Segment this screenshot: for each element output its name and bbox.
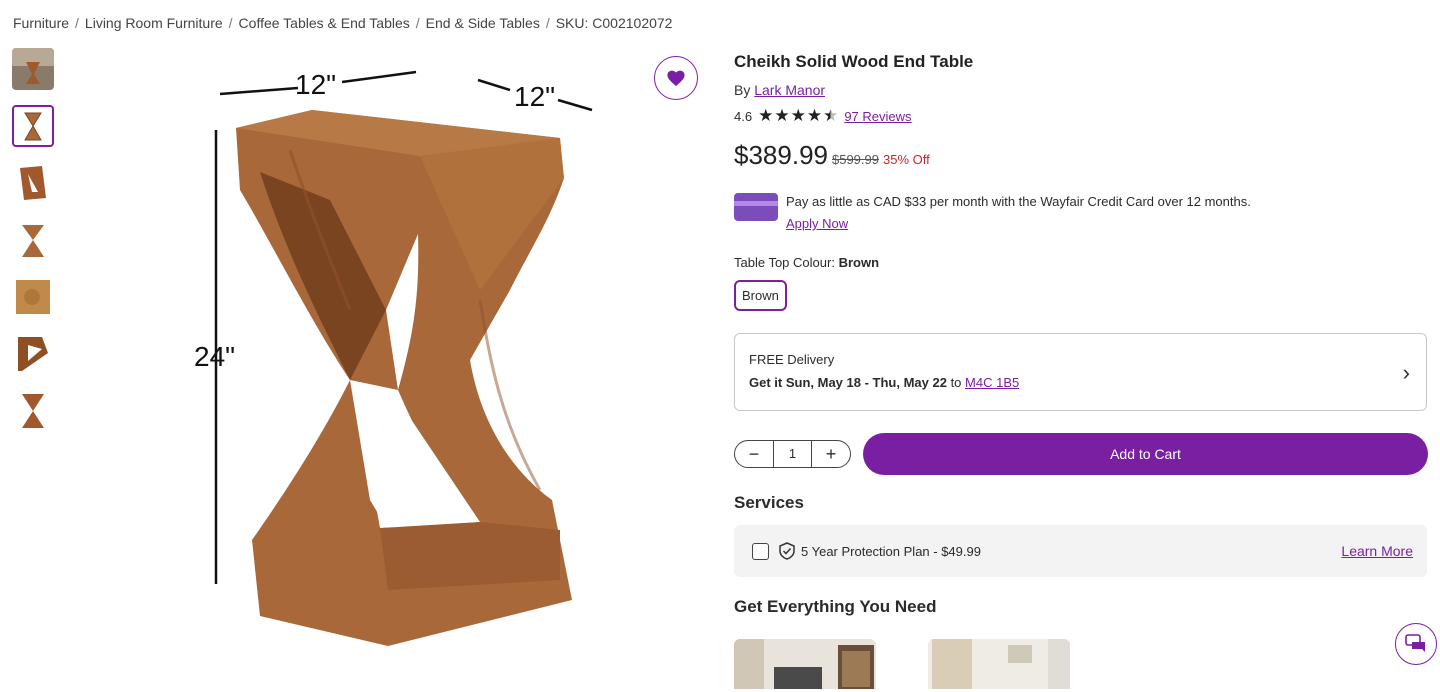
protection-plan-label: 5 Year Protection Plan - $49.99 <box>801 543 981 559</box>
credit-offer-text: Pay as little as CAD $33 per month with … <box>786 194 1251 209</box>
chevron-right-icon: › <box>1402 360 1410 385</box>
rating-value: 4.6 <box>734 108 753 124</box>
dimension-height-label: 24" <box>194 341 235 372</box>
price-row: $389.99 $599.99 35% Off <box>734 140 1428 171</box>
breadcrumb-item-living-room[interactable]: Living Room Furniture <box>85 15 223 31</box>
credit-card-icon <box>734 193 778 221</box>
star-icon: ★ <box>806 106 823 125</box>
heart-icon <box>667 70 685 87</box>
protection-plan-checkbox[interactable] <box>752 542 769 560</box>
breadcrumb-separator: / <box>545 15 550 31</box>
star-rating: ★ ★ ★ ★ ★ <box>758 106 838 126</box>
recommendation-card[interactable] <box>734 639 876 689</box>
thumbnail-5[interactable] <box>12 276 54 318</box>
breadcrumb-separator: / <box>75 15 79 31</box>
star-icon: ★ <box>790 106 806 125</box>
dimension-width-label: 12" <box>295 69 336 100</box>
breadcrumb-separator: / <box>228 15 233 31</box>
reviews-link[interactable]: 97 Reviews <box>844 109 911 124</box>
postal-code-link[interactable]: M4C 1B5 <box>965 375 1019 390</box>
delivery-to: to <box>950 375 962 390</box>
discount-badge: 35% Off <box>882 152 930 167</box>
delivery-dates: Get it Sun, May 18 - Thu, May 22 <box>749 375 947 390</box>
quantity-increase-button[interactable]: + <box>812 444 850 465</box>
recommendation-row <box>734 639 1428 689</box>
thumbnail-3[interactable] <box>12 162 54 204</box>
breadcrumb-separator: / <box>415 15 420 31</box>
star-icon: ★ <box>774 106 790 125</box>
thumbnail-2[interactable] <box>12 105 54 147</box>
breadcrumb-sku: SKU: C002102072 <box>555 15 673 31</box>
quantity-decrease-button[interactable]: − <box>735 444 773 465</box>
services-heading: Services <box>734 493 804 512</box>
colour-label-text: Table Top Colour: <box>734 255 835 270</box>
original-price: $599.99 <box>831 152 879 167</box>
rating-row: 4.6 ★ ★ ★ ★ ★ 97 Reviews <box>734 106 1428 126</box>
thumbnail-4[interactable] <box>12 219 54 261</box>
thumbnail-1[interactable] <box>12 48 54 90</box>
brand-prefix: By <box>734 82 751 98</box>
dimension-depth-label: 12" <box>514 81 555 112</box>
brand-link[interactable]: Lark Manor <box>754 82 825 98</box>
colour-selected-value: Brown <box>838 255 880 270</box>
quantity-stepper: − 1 + <box>734 440 851 468</box>
add-to-cart-button[interactable]: Add to Cart <box>863 433 1428 475</box>
breadcrumb-item-furniture[interactable]: Furniture <box>13 15 69 31</box>
product-info-panel: Cheikh Solid Wood End Table By Lark Mano… <box>734 50 1428 689</box>
product-main-image[interactable]: 12" 12" 24" <box>180 60 620 660</box>
protection-plan-option: 5 Year Protection Plan - $49.99 Learn Mo… <box>734 525 1427 577</box>
shield-check-icon <box>779 542 795 560</box>
chat-icon <box>1405 634 1425 652</box>
favorite-button[interactable] <box>654 56 698 100</box>
delivery-title: FREE Delivery <box>749 352 835 367</box>
learn-more-link[interactable]: Learn More <box>1341 543 1413 559</box>
breadcrumb-item-coffee-tables[interactable]: Coffee Tables & End Tables <box>239 15 410 31</box>
thumbnail-6[interactable] <box>12 333 54 375</box>
colour-option-label: Table Top Colour: Brown <box>734 255 1428 270</box>
half-star-icon: ★ <box>823 106 839 125</box>
delivery-box[interactable]: FREE Delivery Get it Sun, May 18 - Thu, … <box>734 333 1427 411</box>
thumbnail-7[interactable] <box>12 390 54 432</box>
credit-offer: Pay as little as CAD $33 per month with … <box>734 191 1428 235</box>
product-title: Cheikh Solid Wood End Table <box>734 52 974 71</box>
colour-swatch-brown[interactable]: Brown <box>734 280 787 311</box>
breadcrumb: Furniture / Living Room Furniture / Coff… <box>13 15 672 31</box>
quantity-value[interactable]: 1 <box>773 441 812 467</box>
thumbnail-list <box>12 48 56 447</box>
chat-button[interactable] <box>1395 623 1437 665</box>
brand-line: By Lark Manor <box>734 82 1428 98</box>
breadcrumb-item-end-side-tables[interactable]: End & Side Tables <box>426 15 540 31</box>
apply-now-link[interactable]: Apply Now <box>786 216 848 231</box>
cart-row: − 1 + Add to Cart <box>734 433 1428 475</box>
star-icon: ★ <box>758 106 774 125</box>
delivery-dates-line: Get it Sun, May 18 - Thu, May 22 to M4C … <box>749 375 1412 390</box>
recommendation-card[interactable] <box>928 639 1070 689</box>
current-price: $389.99 <box>734 140 828 170</box>
get-everything-heading: Get Everything You Need <box>734 597 937 616</box>
